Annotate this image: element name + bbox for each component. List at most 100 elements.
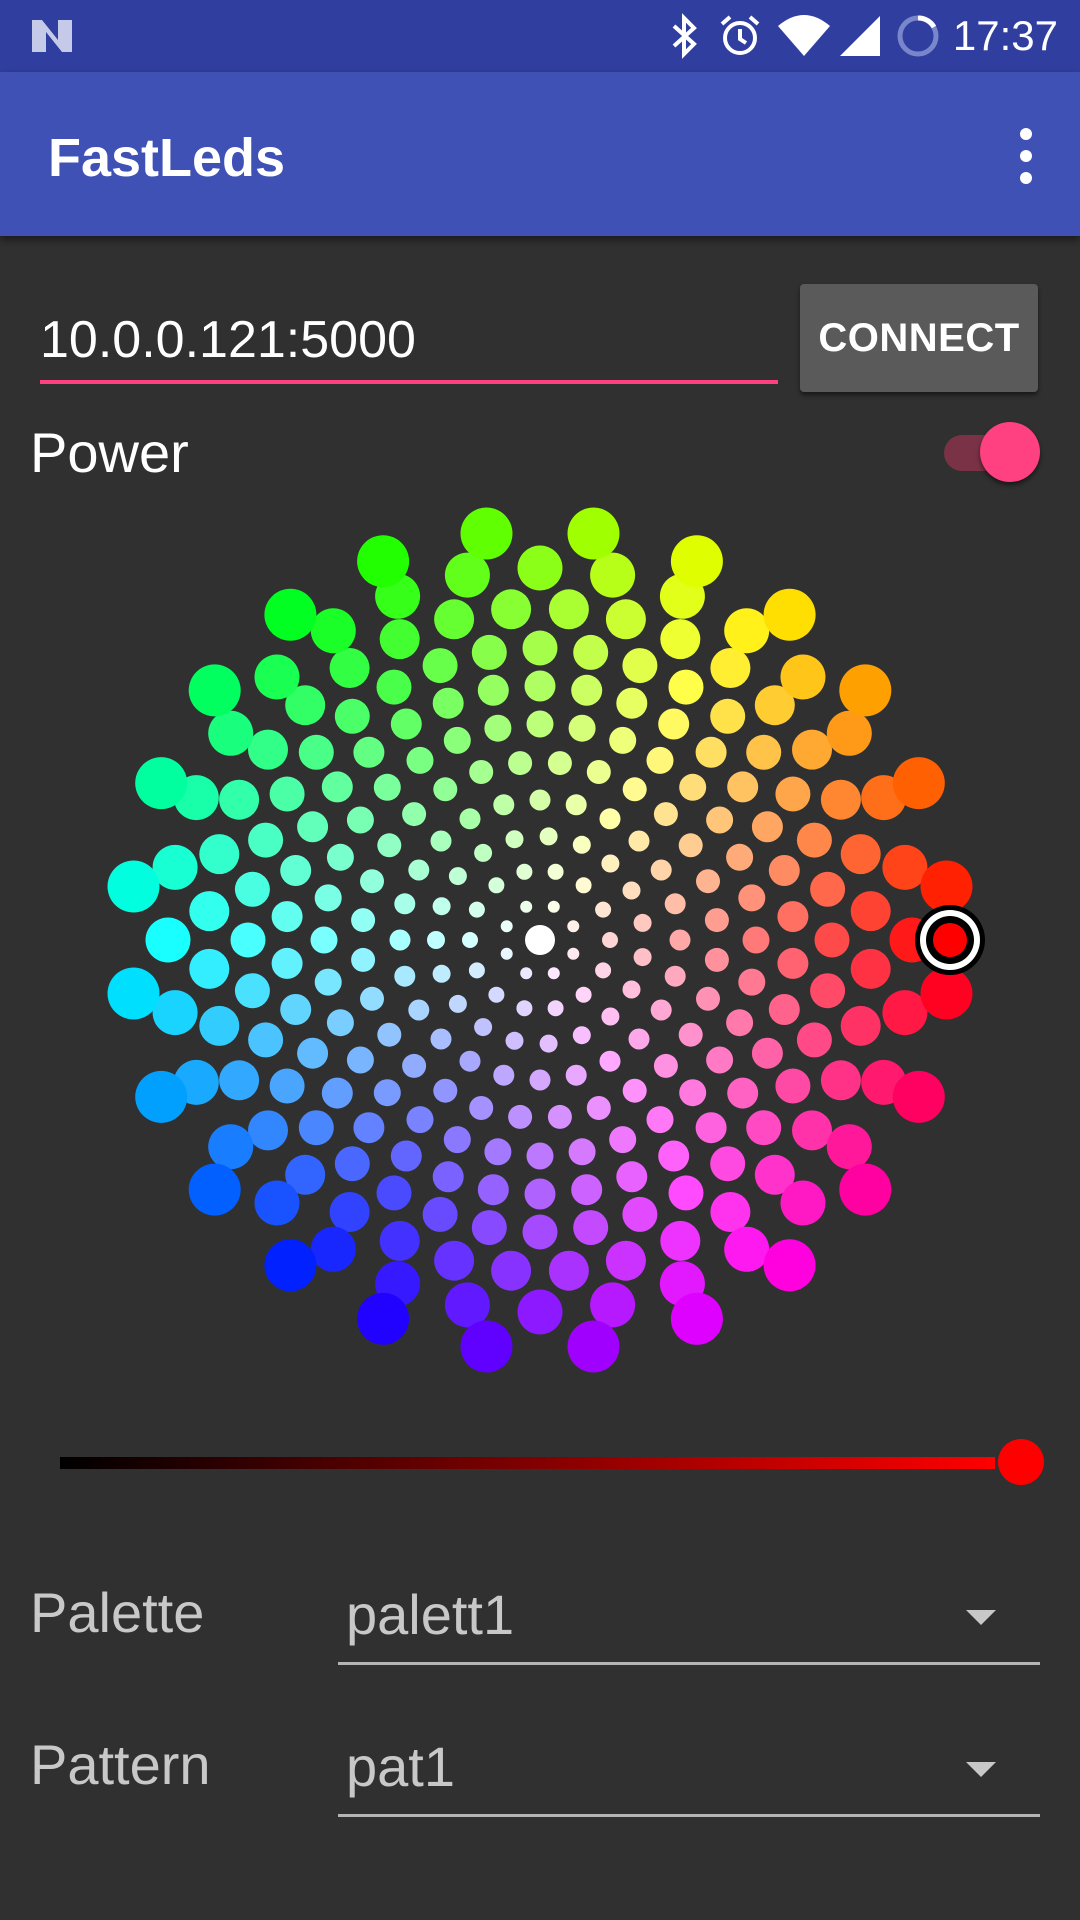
color-dot[interactable] xyxy=(668,1175,704,1211)
color-dot[interactable] xyxy=(474,843,493,862)
color-dot[interactable] xyxy=(297,811,329,843)
color-dot[interactable] xyxy=(402,802,427,827)
color-dot[interactable] xyxy=(269,776,305,812)
color-dot[interactable] xyxy=(768,994,800,1025)
color-dot[interactable] xyxy=(522,630,558,666)
color-dot[interactable] xyxy=(727,1077,759,1109)
color-dot[interactable] xyxy=(595,962,612,979)
color-dot[interactable] xyxy=(432,964,451,983)
color-dot[interactable] xyxy=(329,1192,370,1232)
color-dot[interactable] xyxy=(664,965,686,987)
color-dot[interactable] xyxy=(477,674,509,706)
color-dot[interactable] xyxy=(360,869,384,894)
color-dot[interactable] xyxy=(310,608,356,654)
color-dot[interactable] xyxy=(650,999,672,1021)
color-dot[interactable] xyxy=(524,1178,556,1210)
color-dot[interactable] xyxy=(422,648,458,684)
color-dot[interactable] xyxy=(679,773,707,801)
color-dot[interactable] xyxy=(462,932,478,948)
color-dot[interactable] xyxy=(572,1026,591,1045)
color-dot[interactable] xyxy=(738,968,766,996)
color-dot[interactable] xyxy=(548,1250,589,1291)
color-dot[interactable] xyxy=(633,913,652,932)
color-dot[interactable] xyxy=(567,507,620,560)
color-dot[interactable] xyxy=(471,634,507,670)
color-dot[interactable] xyxy=(599,808,621,830)
color-dot[interactable] xyxy=(710,698,746,734)
color-dot[interactable] xyxy=(633,948,652,967)
color-dot[interactable] xyxy=(444,552,490,598)
color-dot[interactable] xyxy=(724,1226,770,1272)
color-dot[interactable] xyxy=(810,973,846,1009)
color-dot[interactable] xyxy=(601,1007,620,1026)
color-dot[interactable] xyxy=(796,822,832,858)
color-dot[interactable] xyxy=(360,986,384,1011)
color-dot[interactable] xyxy=(529,789,551,811)
color-dot[interactable] xyxy=(526,710,554,738)
color-dot[interactable] xyxy=(826,1124,872,1170)
color-dot[interactable] xyxy=(850,948,891,989)
color-dot[interactable] xyxy=(254,1180,300,1226)
color-dot[interactable] xyxy=(430,830,452,852)
color-dot[interactable] xyxy=(520,967,533,980)
color-dot[interactable] xyxy=(567,947,580,960)
color-dot[interactable] xyxy=(669,929,691,951)
color-dot[interactable] xyxy=(314,968,342,996)
color-dot[interactable] xyxy=(373,1079,401,1107)
pattern-spinner[interactable]: pat1 xyxy=(338,1718,1040,1817)
color-dot[interactable] xyxy=(539,1034,558,1053)
color-dot[interactable] xyxy=(668,669,704,705)
color-dot[interactable] xyxy=(738,884,766,912)
color-dot[interactable] xyxy=(763,1239,816,1292)
color-dot[interactable] xyxy=(491,589,532,630)
color-dot[interactable] xyxy=(572,835,591,854)
color-dot[interactable] xyxy=(840,1005,881,1046)
color-dot[interactable] xyxy=(389,929,411,951)
color-dot[interactable] xyxy=(710,648,751,688)
color-dot[interactable] xyxy=(658,708,690,740)
color-dot[interactable] xyxy=(696,869,720,894)
color-dot[interactable] xyxy=(622,648,658,684)
color-dot[interactable] xyxy=(469,760,494,784)
color-dot[interactable] xyxy=(500,920,513,933)
color-dot[interactable] xyxy=(742,926,770,954)
color-dot[interactable] xyxy=(520,900,533,913)
color-dot[interactable] xyxy=(622,1196,658,1232)
color-dot[interactable] xyxy=(650,859,672,881)
color-dot[interactable] xyxy=(314,884,342,912)
color-dot[interactable] xyxy=(653,802,678,827)
color-dot[interactable] xyxy=(234,973,270,1009)
color-dot[interactable] xyxy=(321,771,353,803)
color-dot[interactable] xyxy=(264,1239,317,1292)
color-dot[interactable] xyxy=(660,1220,701,1261)
color-dot[interactable] xyxy=(565,1064,587,1086)
color-dot[interactable] xyxy=(474,1018,493,1037)
color-dot[interactable] xyxy=(780,1180,826,1226)
color-dot[interactable] xyxy=(609,726,637,754)
color-dot[interactable] xyxy=(605,1240,646,1281)
color-dot[interactable] xyxy=(670,1292,723,1345)
color-dot[interactable] xyxy=(422,1196,458,1232)
color-dot[interactable] xyxy=(271,901,303,933)
color-dot[interactable] xyxy=(575,986,592,1003)
color-dot[interactable] xyxy=(839,664,892,717)
color-dot[interactable] xyxy=(298,1110,334,1146)
color-dot[interactable] xyxy=(219,1060,260,1101)
color-dot[interactable] xyxy=(351,947,376,972)
color-dot[interactable] xyxy=(726,843,754,871)
color-dot[interactable] xyxy=(508,751,533,776)
color-dot[interactable] xyxy=(394,965,416,987)
color-dot[interactable] xyxy=(628,830,650,852)
color-dot[interactable] xyxy=(444,1282,490,1328)
color-dot[interactable] xyxy=(706,1046,734,1074)
color-dot[interactable] xyxy=(586,1096,611,1120)
color-dot[interactable] xyxy=(539,827,558,846)
color-dot[interactable] xyxy=(547,1000,564,1017)
color-dot[interactable] xyxy=(248,729,288,770)
color-dot[interactable] xyxy=(443,1126,471,1154)
color-dot[interactable] xyxy=(622,1078,647,1103)
color-dot[interactable] xyxy=(525,925,555,955)
color-dot[interactable] xyxy=(547,863,564,880)
color-dot[interactable] xyxy=(547,751,572,776)
color-dot[interactable] xyxy=(568,714,596,742)
